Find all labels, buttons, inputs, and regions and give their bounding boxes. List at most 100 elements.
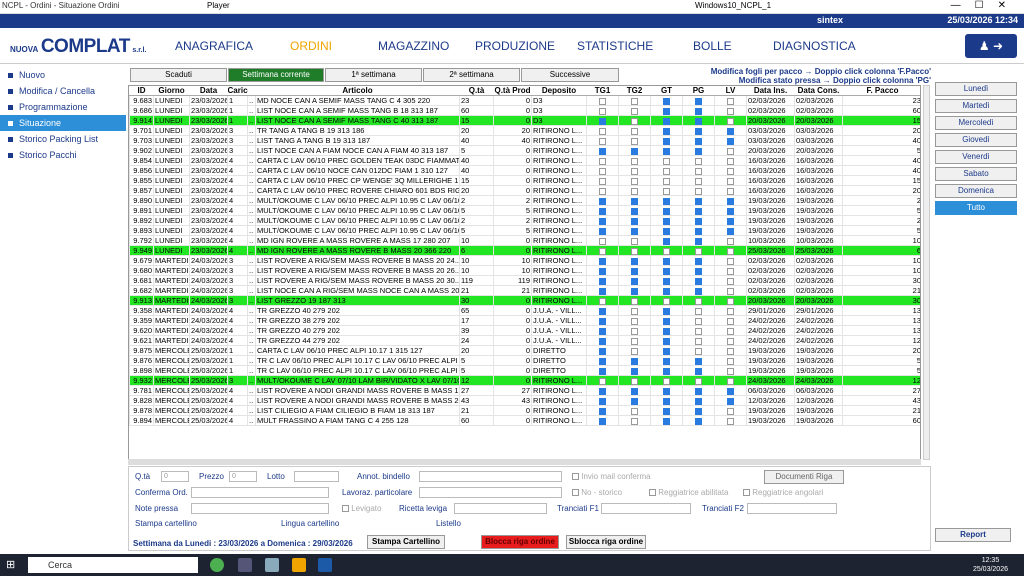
table-row[interactable]: 9.703 LUNEDI 23/03/2026 3.. LIST TANG A TANG…: [129, 135, 920, 146]
row-checkbox[interactable]: [727, 267, 734, 275]
row-checkbox[interactable]: [599, 357, 606, 365]
documenti-riga-button[interactable]: Documenti Riga: [764, 470, 844, 484]
app-icon[interactable]: [292, 558, 306, 572]
windows-start-icon[interactable]: ⊞: [6, 558, 15, 571]
table-row[interactable]: 9.876MERCOLE...25/03/20261..TR C LAV 06/…: [129, 355, 920, 366]
row-checkbox[interactable]: [599, 337, 606, 345]
row-checkbox[interactable]: [599, 117, 606, 125]
grid-body[interactable]: 9.683 LUNEDI 23/03/2026 1.. MD NOCE CAN A SE…: [129, 95, 920, 426]
row-checkbox[interactable]: [727, 387, 734, 395]
row-checkbox[interactable]: [695, 397, 702, 405]
menu-magazzino[interactable]: MAGAZZINO: [378, 39, 449, 53]
table-row[interactable]: 9.894MERCOLE...25/03/20264..MULT FRASSIN…: [129, 415, 920, 426]
table-row[interactable]: 9.792 LUNEDI 23/03/2026 4.. MD IGN ROVERE A …: [129, 235, 920, 246]
row-checkbox[interactable]: [599, 407, 606, 415]
stampa-cartellino-button[interactable]: Stampa Cartellino: [367, 535, 445, 549]
row-checkbox[interactable]: [599, 237, 606, 245]
row-checkbox[interactable]: [663, 107, 670, 115]
row-checkbox[interactable]: [599, 277, 606, 285]
row-checkbox[interactable]: [695, 127, 702, 135]
row-checkbox[interactable]: [727, 287, 734, 295]
row-checkbox[interactable]: [599, 207, 606, 215]
row-checkbox[interactable]: [631, 157, 638, 165]
table-row[interactable]: 9.914 LUNEDI 23/03/2026 1.. LIST NOCE CAN A …: [129, 115, 920, 126]
table-row[interactable]: 9.898MERCOLE...25/03/20261..TR C LAV 06/…: [129, 365, 920, 376]
sidebar-item-modifica[interactable]: Modifica / Cancella: [0, 83, 126, 99]
tab-seconda-settimana[interactable]: 2ª settimana: [423, 68, 520, 82]
table-row[interactable]: 9.621 MARTEDI 24/03/2026 4.. TR GREZZO 44 27…: [129, 335, 920, 346]
table-row[interactable]: 9.949 LUNEDI 23/03/2026 4.. MD IGN ROVERE A …: [129, 245, 920, 256]
row-checkbox[interactable]: [599, 297, 606, 305]
row-checkbox[interactable]: [631, 347, 638, 355]
row-checkbox[interactable]: [663, 367, 670, 375]
row-checkbox[interactable]: [695, 277, 702, 285]
sidebar-item-situazione[interactable]: Situazione: [0, 115, 126, 131]
row-checkbox[interactable]: [695, 217, 702, 225]
day-sabato-button[interactable]: Sabato: [935, 167, 1017, 181]
row-checkbox[interactable]: [695, 337, 702, 345]
note-pressa-input[interactable]: [191, 503, 329, 514]
row-checkbox[interactable]: [599, 177, 606, 185]
row-checkbox[interactable]: [631, 147, 638, 155]
row-checkbox[interactable]: [631, 337, 638, 345]
tab-scaduti[interactable]: Scaduti: [130, 68, 227, 82]
row-checkbox[interactable]: [663, 397, 670, 405]
table-row[interactable]: 9.875MERCOLE...25/03/20261..CARTA C LAV …: [129, 345, 920, 356]
reggiatrice-checkbox[interactable]: Reggiatrice abilitata: [649, 488, 729, 497]
row-checkbox[interactable]: [727, 117, 734, 125]
row-checkbox[interactable]: [695, 117, 702, 125]
row-checkbox[interactable]: [599, 247, 606, 255]
row-checkbox[interactable]: [663, 377, 670, 385]
table-row[interactable]: 9.902 LUNEDI 23/03/2026 3.. LIST NOCE CAN A …: [129, 145, 920, 156]
row-checkbox[interactable]: [631, 387, 638, 395]
tab-settimana-corrente[interactable]: Settimana corrente: [228, 68, 324, 82]
column-header[interactable]: LV: [714, 86, 747, 96]
row-checkbox[interactable]: [599, 97, 606, 105]
invio-mail-checkbox[interactable]: Invio mail conferma: [572, 472, 651, 481]
column-header[interactable]: PG: [682, 86, 715, 96]
row-checkbox[interactable]: [631, 107, 638, 115]
table-row[interactable]: 9.358 MARTEDI 24/03/2026 4.. TR GREZZO 40 27…: [129, 305, 920, 316]
row-checkbox[interactable]: [599, 387, 606, 395]
row-checkbox[interactable]: [599, 377, 606, 385]
conferma-input[interactable]: [191, 487, 329, 498]
row-checkbox[interactable]: [663, 147, 670, 155]
row-checkbox[interactable]: [663, 267, 670, 275]
sidebar-item-storico-pacchi[interactable]: Storico Pacchi: [0, 147, 126, 163]
row-checkbox[interactable]: [599, 397, 606, 405]
row-checkbox[interactable]: [663, 307, 670, 315]
menu-ordini[interactable]: ORDINI: [290, 39, 332, 53]
row-checkbox[interactable]: [663, 257, 670, 265]
levigato-checkbox[interactable]: Levigato: [342, 504, 381, 513]
table-row[interactable]: 9.893 LUNEDI 23/03/2026 4.. MULT/OKOUME C LA…: [129, 225, 920, 236]
row-checkbox[interactable]: [663, 417, 670, 425]
table-row[interactable]: 9.620 MARTEDI 24/03/2026 4.. TR GREZZO 40 27…: [129, 325, 920, 336]
menu-statistiche[interactable]: STATISTICHE: [577, 39, 653, 53]
table-row[interactable]: 9.878MERCOLE...25/03/20264..LIST CILIEGI…: [129, 405, 920, 416]
row-checkbox[interactable]: [631, 97, 638, 105]
row-checkbox[interactable]: [599, 107, 606, 115]
row-checkbox[interactable]: [727, 167, 734, 175]
table-row[interactable]: 9.683 LUNEDI 23/03/2026 1.. MD NOCE CAN A SE…: [129, 95, 920, 106]
sblocca-riga-button[interactable]: Sblocca riga ordine: [566, 535, 646, 549]
column-header[interactable]: Data: [189, 86, 228, 96]
row-checkbox[interactable]: [631, 257, 638, 265]
row-checkbox[interactable]: [631, 377, 638, 385]
row-checkbox[interactable]: [727, 207, 734, 215]
row-checkbox[interactable]: [631, 417, 638, 425]
horizontal-scrollbar[interactable]: [128, 459, 921, 465]
row-checkbox[interactable]: [631, 287, 638, 295]
vertical-scrollbar[interactable]: [923, 85, 930, 460]
prezzo-input[interactable]: 0: [229, 471, 257, 482]
column-header[interactable]: Q.tà: [459, 86, 494, 96]
row-checkbox[interactable]: [599, 147, 606, 155]
table-row[interactable]: 9.781MERCOLE...25/03/20264..LIST ROVERE …: [129, 385, 920, 396]
row-checkbox[interactable]: [727, 337, 734, 345]
row-checkbox[interactable]: [695, 317, 702, 325]
column-header[interactable]: Articolo: [255, 86, 460, 96]
row-checkbox[interactable]: [695, 187, 702, 195]
row-checkbox[interactable]: [727, 237, 734, 245]
row-checkbox[interactable]: [695, 387, 702, 395]
tranciati-f2-select[interactable]: [747, 503, 837, 514]
row-checkbox[interactable]: [631, 317, 638, 325]
